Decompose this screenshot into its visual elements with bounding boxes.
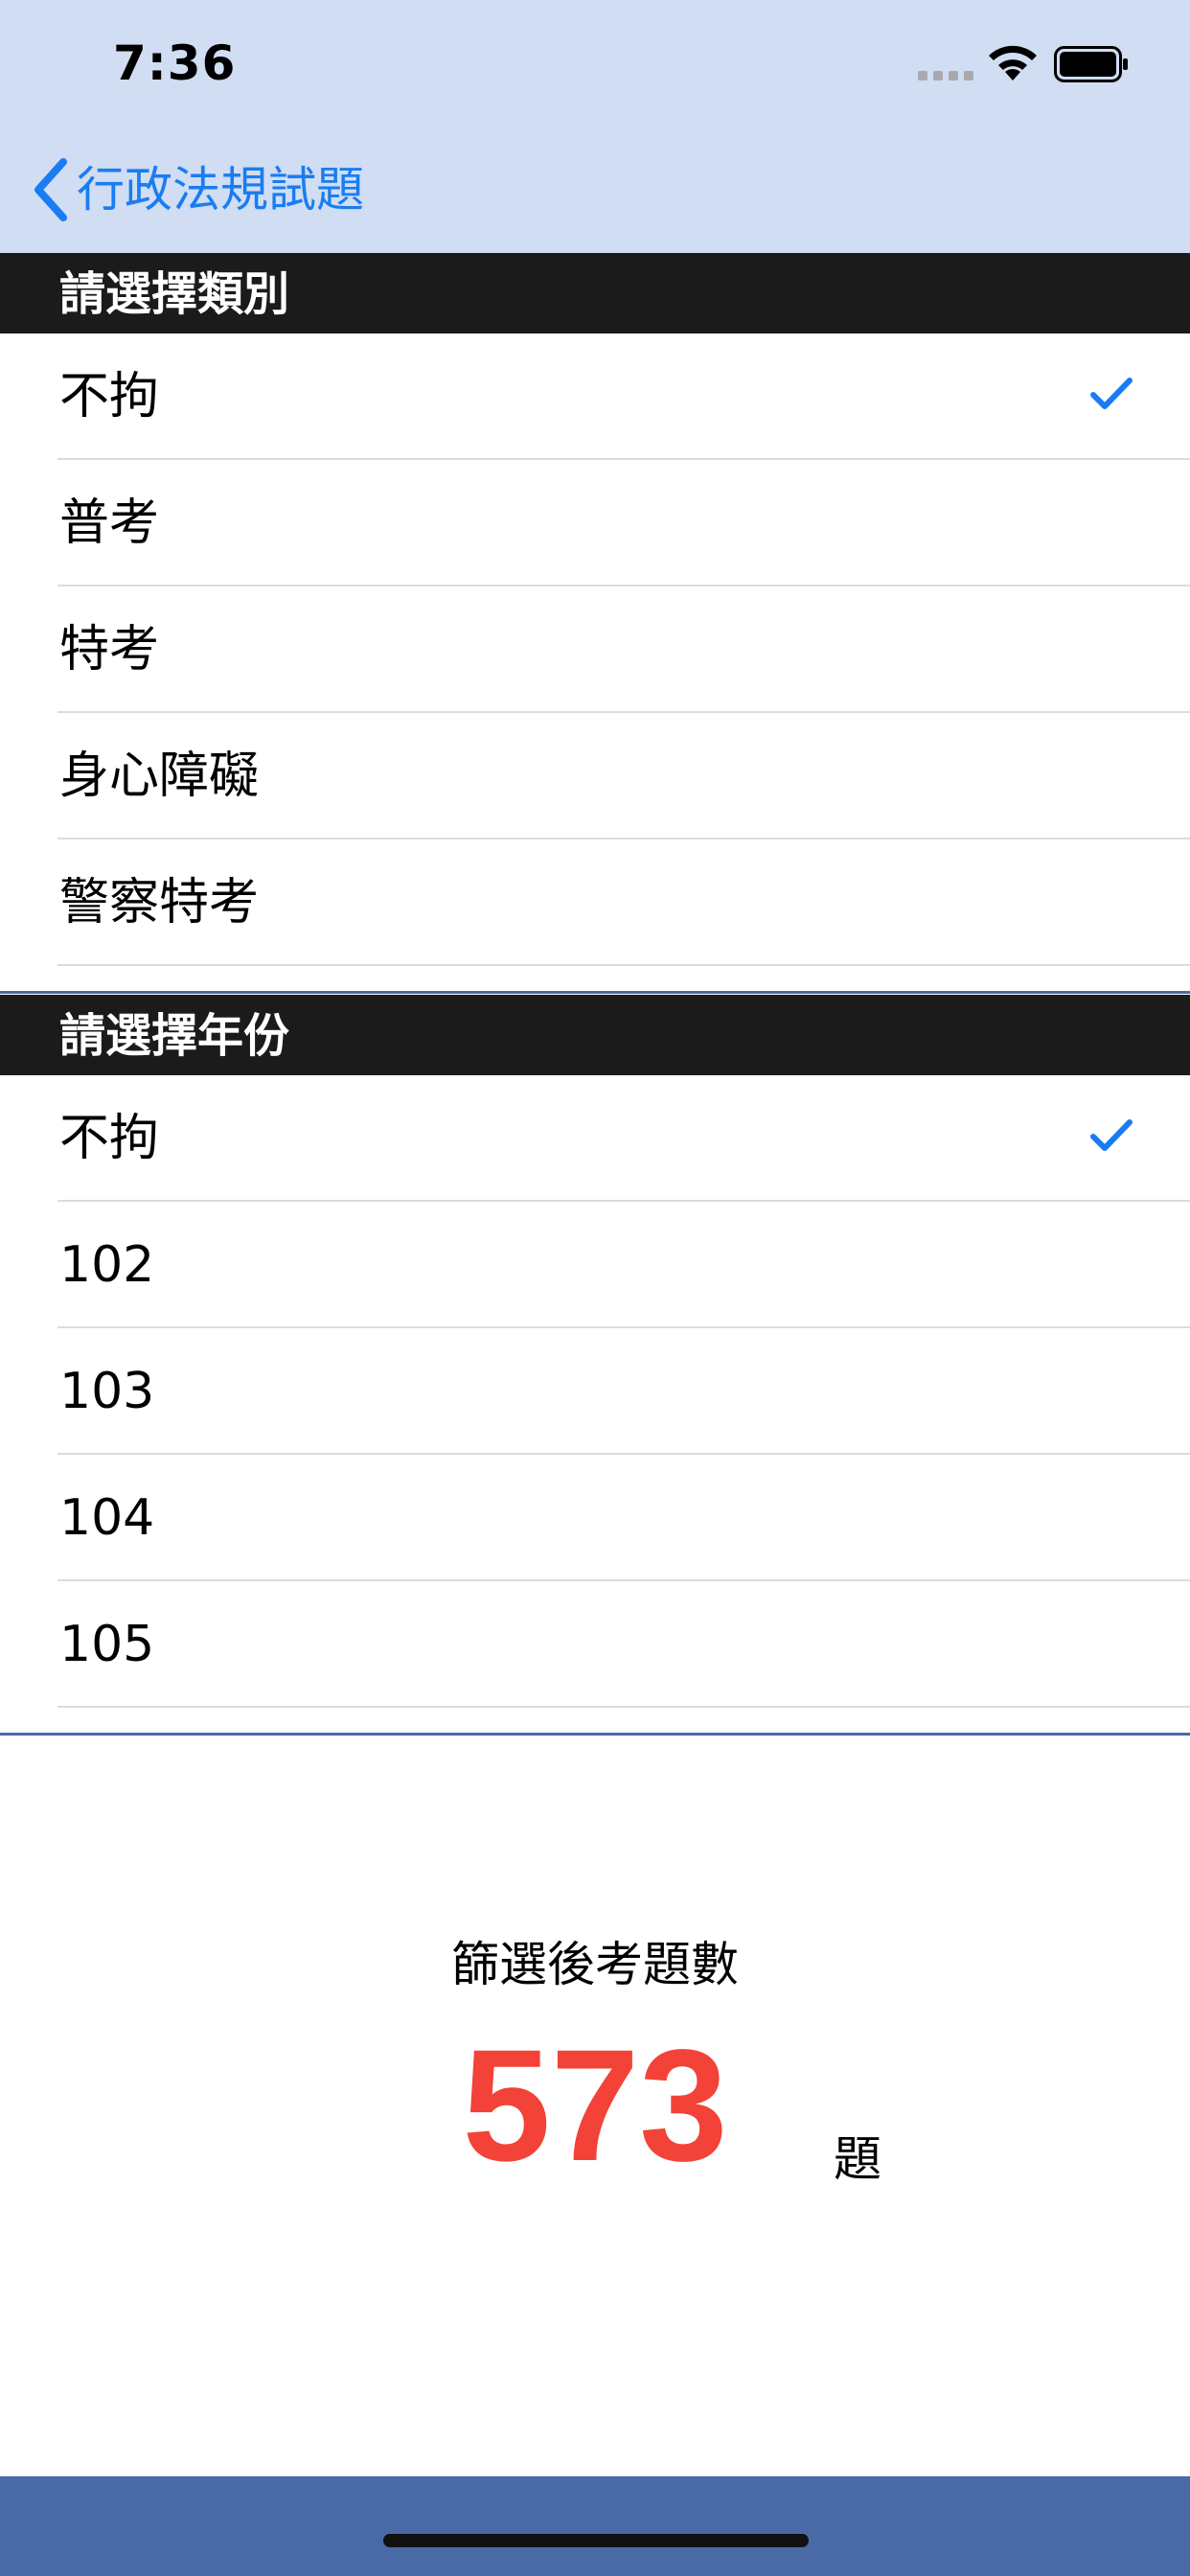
row-separator [57,1706,1190,1708]
battery-icon [1054,46,1128,82]
section-divider [0,1733,1190,1736]
row-label: 103 [59,1363,155,1420]
row-label: 102 [59,1236,155,1294]
category-option-special[interactable]: 特考 [0,586,1190,713]
wifi-icon [989,45,1037,80]
category-section-header: 請選擇類別 [0,253,1190,334]
category-option-any[interactable]: 不拘 [0,334,1190,460]
year-section-header: 請選擇年份 [0,995,1190,1075]
section-divider [0,991,1190,994]
row-label: 警察特考 [59,874,260,932]
year-option-104[interactable]: 104 [0,1455,1190,1581]
bottom-bar [0,2476,1190,2576]
year-option-105[interactable]: 105 [0,1581,1190,1708]
category-list: 不拘 普考 特考 身心障礙 警察特考 [0,334,1190,966]
status-time: 7:36 [113,35,237,91]
year-option-103[interactable]: 103 [0,1328,1190,1455]
row-label: 不拘 [59,368,160,426]
checkmark-icon [1090,1119,1133,1151]
row-label: 身心障礙 [59,748,260,805]
row-label: 不拘 [59,1110,160,1167]
row-label: 104 [59,1489,155,1547]
result-title: 篩選後考題數 [451,1937,739,1992]
home-indicator[interactable] [383,2534,809,2547]
chevron-left-icon [34,158,67,221]
back-button[interactable]: 行政法規試題 [29,151,364,228]
row-label: 105 [59,1616,155,1673]
year-option-any[interactable]: 不拘 [0,1075,1190,1202]
checkmark-icon [1090,378,1133,409]
cellular-signal-icon [918,71,973,80]
row-label: 普考 [59,494,160,552]
question-count-unit: 題 [834,2131,881,2187]
row-separator [57,964,1190,966]
year-list: 不拘 102 103 104 105 [0,1075,1190,1708]
question-count: 573 [462,2017,728,2195]
year-option-102[interactable]: 102 [0,1202,1190,1328]
row-label: 特考 [59,621,160,678]
back-button-label: 行政法規試題 [77,162,364,218]
category-option-police[interactable]: 警察特考 [0,840,1190,966]
category-option-disability[interactable]: 身心障礙 [0,713,1190,840]
category-option-general[interactable]: 普考 [0,460,1190,586]
